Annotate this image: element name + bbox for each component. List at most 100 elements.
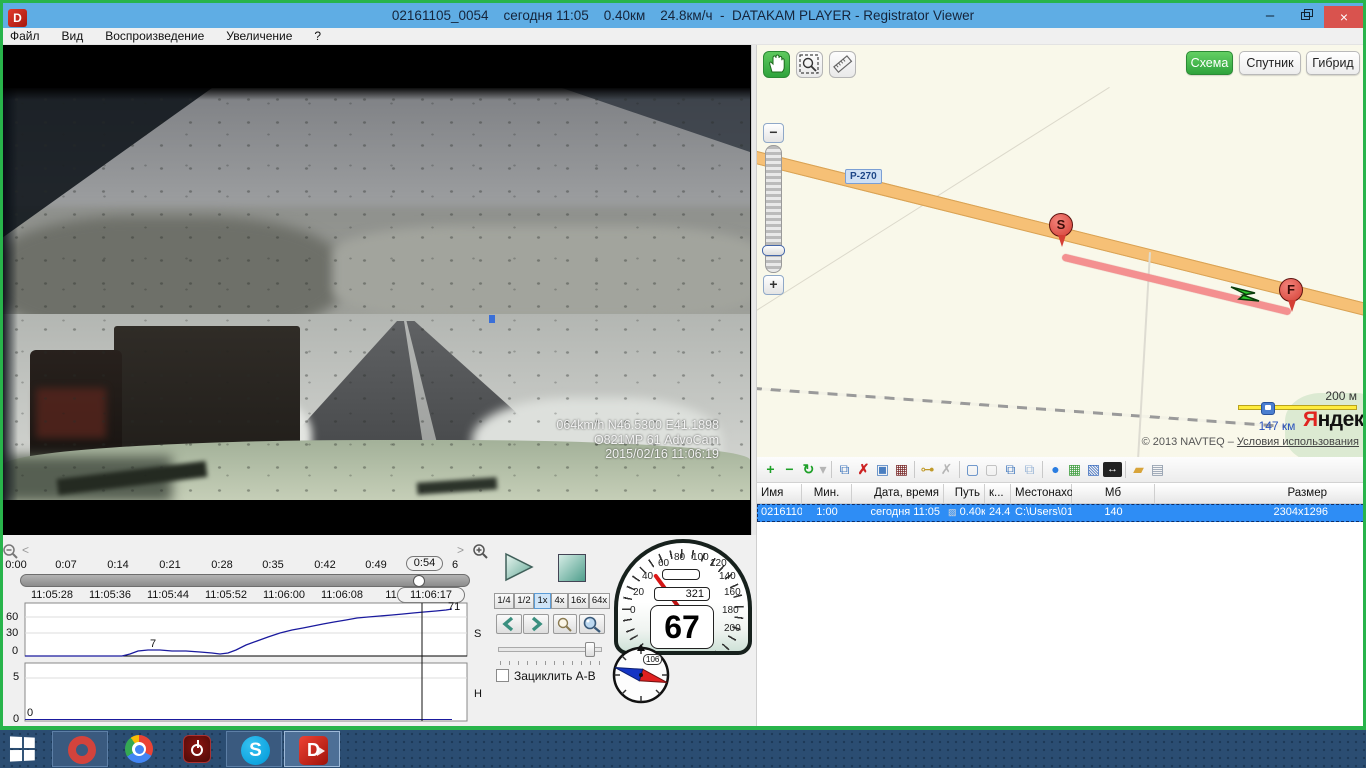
- col-header-size[interactable]: Размер: [1155, 484, 1364, 504]
- timeline-zoom-in-icon[interactable]: [472, 543, 489, 560]
- col-header-location[interactable]: Местонахо...: [1011, 484, 1072, 504]
- loop-ab-checkbox[interactable]: [496, 669, 509, 682]
- zoom-out-button[interactable]: [553, 614, 577, 634]
- start-button[interactable]: [10, 736, 35, 761]
- delete-icon[interactable]: ✗: [854, 460, 873, 479]
- archive-icon[interactable]: ▦: [892, 460, 911, 479]
- menu-file[interactable]: Файл: [10, 29, 40, 43]
- key-icon[interactable]: ⊶: [918, 460, 937, 479]
- timeline-scroll-left[interactable]: <: [22, 543, 29, 557]
- track-icon: ▨: [948, 507, 957, 517]
- gauge-tick-20: 20: [633, 587, 644, 598]
- copy-icon[interactable]: ⧉: [835, 460, 854, 479]
- new-item-icon[interactable]: ▢: [963, 460, 982, 479]
- yandex-logo[interactable]: Яндекс: [1303, 408, 1364, 432]
- pan-tool-button[interactable]: [763, 51, 790, 78]
- map-zoom-out-button[interactable]: −: [763, 123, 784, 143]
- col-header-datetime[interactable]: Дата, время: [852, 484, 944, 504]
- report-document-icon[interactable]: ▤: [1148, 460, 1167, 479]
- refresh-icon[interactable]: ↻: [799, 460, 818, 479]
- prev-frame-button[interactable]: [496, 614, 522, 634]
- timeline-slider-thumb[interactable]: [413, 575, 425, 587]
- power-icon: [183, 735, 211, 763]
- chevron-right-icon: [524, 615, 548, 633]
- taskbar-item-opera[interactable]: [52, 731, 108, 767]
- timeline-scroll-right[interactable]: >: [457, 543, 464, 557]
- export-video-icon[interactable]: ↔: [1103, 462, 1122, 477]
- map-zoom-slider-thumb[interactable]: [762, 245, 785, 256]
- map-mode-satellite-button[interactable]: Спутник: [1239, 51, 1301, 75]
- slider-tick: [500, 661, 501, 665]
- map-mode-scheme-button[interactable]: Схема: [1186, 51, 1233, 75]
- terms-of-use-link[interactable]: Условия использования: [1237, 436, 1359, 448]
- speed-quarter-button[interactable]: 1/4: [494, 593, 514, 609]
- taskbar-item-skype[interactable]: S: [226, 731, 282, 767]
- add-file-icon[interactable]: +: [761, 460, 780, 479]
- timeline-tick-partial: 6: [449, 559, 461, 571]
- taskbar-item-datakam[interactable]: D: [284, 731, 340, 767]
- slider-tick: [518, 661, 519, 665]
- skype-icon: S: [241, 736, 270, 765]
- cell-path: ▨ 0.40км: [944, 504, 985, 522]
- map-canvas[interactable]: Р-270 S F Схема Спутник Гибрид − + 200 м…: [757, 45, 1364, 457]
- google-earth-icon[interactable]: ●: [1046, 460, 1065, 479]
- export-image-icon[interactable]: ▧: [1084, 460, 1103, 479]
- datakam-icon: D: [299, 736, 328, 765]
- magnifier-plus-icon: [580, 615, 604, 633]
- col-header-name[interactable]: Имя: [757, 484, 802, 504]
- play-speed-slider-thumb[interactable]: [585, 642, 595, 657]
- timeline-tick: 0:42: [305, 559, 345, 571]
- open-folder-icon[interactable]: ▰: [1129, 460, 1148, 479]
- file-table-row-selected[interactable]: 02161105_ 1:00 сегодня 11:05 ▨ 0.40км 24…: [757, 504, 1364, 522]
- timeline-slider[interactable]: [20, 574, 470, 587]
- hand-icon: [764, 52, 789, 77]
- close-button[interactable]: ×: [1324, 6, 1364, 28]
- disabled-delete-icon: ✗: [937, 460, 956, 479]
- speed-1x-button[interactable]: 1x: [534, 593, 551, 609]
- route-finish-marker[interactable]: F: [1279, 278, 1303, 302]
- play-button[interactable]: [502, 552, 536, 584]
- gauge-panel: 0 20 40 60 80 100 120 140 160 180 200 32…: [610, 535, 756, 730]
- remove-file-icon[interactable]: −: [780, 460, 799, 479]
- save-icon[interactable]: ▣: [873, 460, 892, 479]
- more-options-icon[interactable]: ▾: [818, 460, 828, 479]
- gauge-tick-100: 100: [692, 552, 709, 563]
- export-map-icon[interactable]: ▦: [1065, 460, 1084, 479]
- menu-help[interactable]: ?: [314, 29, 321, 43]
- taskbar-item-power[interactable]: [168, 731, 224, 767]
- taskbar-item-chrome[interactable]: [110, 731, 166, 767]
- slider-tick: [563, 661, 564, 665]
- next-frame-button[interactable]: [523, 614, 549, 634]
- layers-icon[interactable]: ⧉: [1001, 460, 1020, 479]
- window-title: 02161105_0054 сегодня 11:05 0.40км 24.8к…: [0, 8, 1366, 23]
- zoom-select-tool-button[interactable]: [796, 51, 823, 78]
- app-icon[interactable]: D: [8, 9, 27, 27]
- map-mode-hybrid-button[interactable]: Гибрид: [1306, 51, 1360, 75]
- col-header-min[interactable]: Мин.: [802, 484, 852, 504]
- menu-playback[interactable]: Воспроизведение: [105, 29, 204, 43]
- speed-4x-button[interactable]: 4x: [551, 593, 568, 609]
- col-header-kmh[interactable]: к...: [985, 484, 1011, 504]
- menu-zoom[interactable]: Увеличение: [226, 29, 292, 43]
- gauge-tick-200: 200: [724, 623, 741, 634]
- zoom-in-button[interactable]: [579, 614, 605, 634]
- minimize-button[interactable]: –: [1252, 6, 1288, 28]
- gauge-tick-60: 60: [658, 558, 669, 569]
- route-start-marker[interactable]: S: [1049, 213, 1073, 237]
- speed-64x-button[interactable]: 64x: [589, 593, 610, 609]
- cell-size: 2304x1296: [1155, 504, 1364, 522]
- col-header-mb[interactable]: Мб: [1072, 484, 1155, 504]
- map-zoom-in-button[interactable]: +: [763, 275, 784, 295]
- gauge-tick-120: 120: [710, 558, 727, 569]
- title-bar: 02161105_0054 сегодня 11:05 0.40км 24.8к…: [0, 0, 1366, 28]
- timeline-zoom-out-icon[interactable]: [2, 543, 19, 560]
- stop-button[interactable]: [558, 554, 586, 582]
- cell-mb: 140: [1072, 504, 1155, 522]
- col-header-path[interactable]: Путь: [944, 484, 985, 504]
- speed-half-button[interactable]: 1/2: [514, 593, 534, 609]
- restore-button[interactable]: [1288, 6, 1324, 28]
- ruler-tool-button[interactable]: [829, 51, 856, 78]
- layers-alt-icon[interactable]: ⧉: [1020, 460, 1039, 479]
- speed-16x-button[interactable]: 16x: [568, 593, 589, 609]
- menu-view[interactable]: Вид: [62, 29, 84, 43]
